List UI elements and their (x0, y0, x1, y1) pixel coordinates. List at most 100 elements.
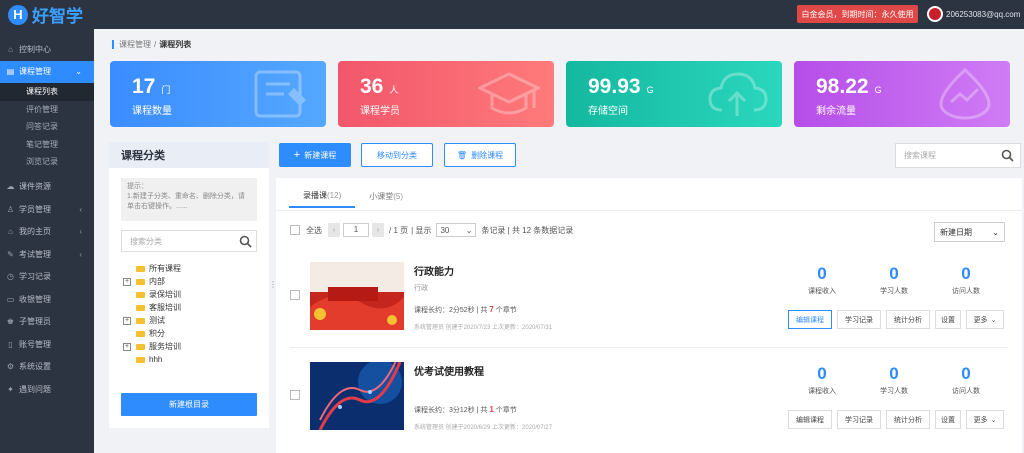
per-page-select[interactable]: 30 ⌄ (436, 223, 477, 237)
stat-card-storage: 99.93 G 存储空间 (566, 61, 782, 127)
sidebar-sub-notes[interactable]: 笔记管理 (0, 136, 94, 154)
expand-icon[interactable]: + (123, 316, 131, 325)
tree-node[interactable]: + 内部 (123, 275, 269, 288)
tab-recorded[interactable]: 录播课 (12) (289, 184, 356, 208)
course-thumbnail[interactable] (310, 262, 404, 330)
user-email: 206253083@qq.com (946, 9, 1021, 19)
app-name: 好智学 (32, 7, 83, 26)
chapter-count: 7 (489, 305, 494, 314)
course-meta: 系统管理员 创建于2020/7/23 上次更新：2020/07/31 (414, 325, 553, 331)
sidebar-item-homepage[interactable]: ⌂ 我的主页 ‹ (0, 221, 94, 244)
stat-value: 99.93 (588, 75, 641, 98)
new-course-button[interactable]: + 新建课程 (279, 143, 351, 167)
sidebar-sub-qa[interactable]: 问答记录 (0, 118, 94, 136)
course-tabs: 录播课 (12) 小课堂 (5) (289, 184, 417, 208)
sidebar-item-exams[interactable]: ✎ 考试管理 ‹ (0, 243, 94, 266)
category-search-input[interactable]: 搜索分类 (121, 230, 257, 252)
help-icon: ✦ (7, 384, 14, 394)
sidebar-sub-reviews[interactable]: 评价管理 (0, 101, 94, 119)
category-tree: 所有课程 + 内部 录保培训 客服培训 + 测试 积分 + 服务培训 hhh (109, 262, 269, 366)
cashier-icon: ▭ (6, 294, 15, 304)
edit-course-button[interactable]: 编辑课程 (788, 310, 832, 329)
expand-icon[interactable]: + (123, 342, 131, 351)
course-meta: 系统管理员 创建于2020/6/29 上次更新：2020/07/27 (414, 425, 553, 431)
stat-card-traffic: 98.22 G 剩余流量 (794, 61, 1010, 127)
stat-value: 17 (132, 75, 156, 98)
stat-card-courses: 17 门 课程数量 (110, 61, 326, 127)
course-checkbox[interactable] (290, 290, 300, 300)
sidebar-item-help[interactable]: ✦ 遇到问题 (0, 378, 94, 401)
sidebar-item-cashier[interactable]: ▭ 收银管理 (0, 288, 94, 311)
page-input[interactable]: 1 (343, 223, 369, 237)
course-duration: 课程长约：2分52秒 | 共 7 个章节 (414, 305, 517, 314)
course-title[interactable]: 优考试使用教程 (414, 363, 484, 378)
analysis-button[interactable]: 统计分析 (886, 310, 930, 329)
tree-node[interactable]: + 服务培训 (123, 340, 269, 353)
learning-record-button[interactable]: 学习记录 (837, 310, 881, 329)
sidebar-item-students[interactable]: ♙ 学员管理 ‹ (0, 198, 94, 221)
chapter-count: 1 (489, 405, 494, 414)
breadcrumb: 课程管理 / 课程列表 (112, 39, 191, 50)
course-thumbnail[interactable] (310, 362, 404, 430)
next-page-button[interactable]: › (372, 223, 384, 237)
new-root-button[interactable]: 新建根目录 (121, 393, 257, 416)
folder-icon (136, 343, 145, 350)
course-checkbox[interactable] (290, 390, 300, 400)
move-to-category-button[interactable]: 移动到分类 (361, 143, 433, 167)
sidebar-sub-history[interactable]: 浏览记录 (0, 153, 94, 171)
chevron-down-icon: ⌄ (75, 67, 82, 77)
logo[interactable]: H 好智学 (0, 2, 94, 27)
sidebar-item-settings[interactable]: ⚙ 系统设置 (0, 356, 94, 379)
course-search-input[interactable]: 搜索课程 (895, 143, 1021, 168)
pager: 全选 ‹ 1 › / 1 页 | 显示 30 ⌄ 条记录 | 共 12 条数据记录 (290, 223, 573, 237)
sidebar-item-account[interactable]: ▯ 账号管理 (0, 333, 94, 356)
avatar (927, 6, 943, 22)
tab-small-class[interactable]: 小课堂 (5) (355, 184, 417, 208)
trash-icon: 🗑 (456, 150, 468, 160)
plus-icon: + (293, 149, 301, 161)
search-icon[interactable] (1001, 149, 1014, 162)
user-menu[interactable]: 206253083@qq.com ▼ (927, 6, 1024, 22)
tree-node[interactable]: hhh (123, 353, 269, 366)
sidebar-item-subadmin[interactable]: ♚ 子管理员 (0, 311, 94, 334)
breadcrumb-parent[interactable]: 课程管理 (119, 39, 151, 50)
stat-income: 0 课程收入 (808, 364, 836, 395)
trend-drop-icon (939, 68, 991, 120)
category-title: 课程分类 (109, 142, 269, 168)
analysis-button[interactable]: 统计分析 (886, 410, 930, 429)
search-icon[interactable] (239, 235, 252, 248)
tree-node[interactable]: 积分 (123, 327, 269, 340)
tree-node[interactable]: 客服培训 (123, 301, 269, 314)
sidebar-item-resources[interactable]: ☁ 课件资源 (0, 176, 94, 199)
settings-button[interactable]: 设置 (935, 410, 961, 429)
vip-badge[interactable]: 白金会员，到期时间：永久使用 (797, 5, 918, 23)
more-button[interactable]: 更多 ⌄ (966, 410, 1004, 429)
sort-select[interactable]: 新建日期 ⌄ (934, 222, 1005, 242)
sidebar-item-control[interactable]: ⌂ 控制中心 (0, 38, 94, 61)
edit-course-button[interactable]: 编辑课程 (788, 410, 832, 429)
course-subtitle: 行政 (414, 285, 428, 292)
more-button[interactable]: 更多 ⌄ (966, 310, 1004, 329)
tree-node[interactable]: 所有课程 (123, 262, 269, 275)
chevron-down-icon: ⌄ (992, 227, 999, 237)
settings-button[interactable]: 设置 (935, 310, 961, 329)
tree-node[interactable]: + 测试 (123, 314, 269, 327)
tree-node[interactable]: 录保培训 (123, 288, 269, 301)
exam-icon: ✎ (7, 249, 14, 259)
folder-icon (136, 304, 145, 311)
house-icon: ⌂ (8, 227, 13, 237)
sidebar-sub-course-list[interactable]: 课程列表 (0, 83, 94, 101)
sidebar-item-courses[interactable]: ▤ 课程管理 ⌄ (0, 60, 94, 83)
graduation-cap-icon (478, 72, 540, 115)
course-title[interactable]: 行政能力 (414, 263, 454, 278)
delete-course-button[interactable]: 🗑 删除课程 (444, 143, 516, 167)
chevron-down-icon: ⌄ (465, 225, 473, 235)
course-duration: 课程长约：3分12秒 | 共 1 个章节 (414, 405, 517, 414)
learning-record-button[interactable]: 学习记录 (837, 410, 881, 429)
select-all-checkbox[interactable] (290, 225, 300, 235)
sidebar: ⌂ 控制中心 ▤ 课程管理 ⌄ 课程列表 评价管理 问答记录 笔记管理 浏览记录 ☁ 课… (0, 29, 94, 453)
expand-icon[interactable]: + (123, 277, 131, 286)
prev-page-button[interactable]: ‹ (328, 223, 340, 237)
sidebar-item-learning[interactable]: ◷ 学习记录 (0, 266, 94, 289)
cloud-icon: ☁ (6, 182, 15, 192)
